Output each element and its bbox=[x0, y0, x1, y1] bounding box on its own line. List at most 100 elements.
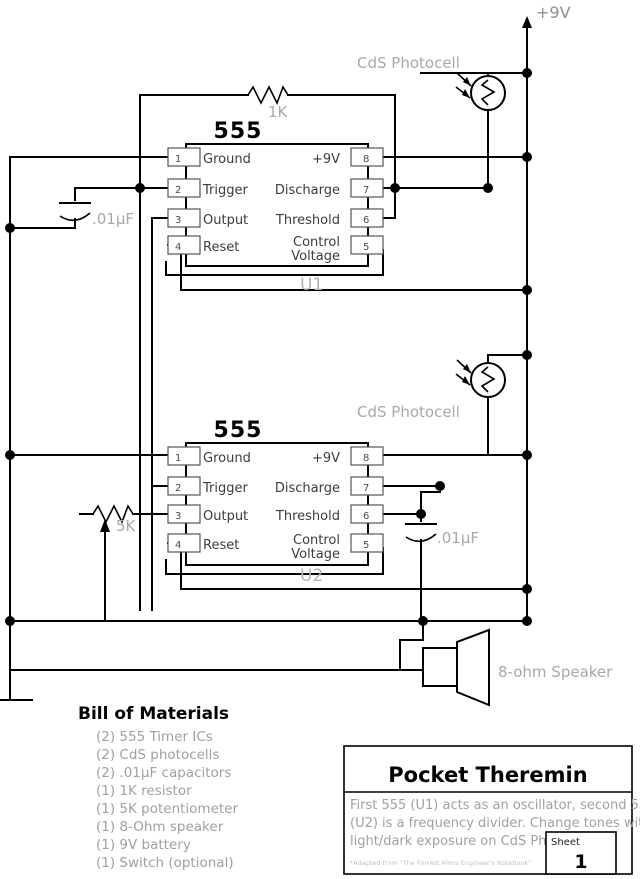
junction-dot bbox=[522, 584, 532, 594]
potentiometer-wiper-arrow-icon bbox=[100, 519, 110, 532]
u2-pin3-name: Output bbox=[203, 509, 248, 524]
title-block-desc-line2: (U2) is a frequency divider. Change tone… bbox=[350, 816, 640, 831]
u1-pinbox-1 bbox=[167, 147, 201, 167]
photocell-arrowhead-1-icon bbox=[463, 364, 471, 373]
u2-pin7-number: 7 bbox=[363, 483, 369, 494]
u2-pin1-name: Ground bbox=[203, 451, 251, 466]
r1-value-label: 1K bbox=[268, 103, 289, 121]
schematic-sheet: CdS Photocell CdS Photocell +9V 1K .01µF… bbox=[0, 0, 640, 879]
u1-pin8-name: +9V bbox=[312, 152, 340, 167]
bill-of-materials: Bill of Materials (2) 555 Timer ICs (2) … bbox=[78, 704, 238, 871]
bom-item: (2) CdS photocells bbox=[96, 747, 219, 763]
u2-pin8-name: +9V bbox=[312, 451, 340, 466]
u1-pin5-number: 5 bbox=[363, 242, 369, 253]
u1-pin7-number: 7 bbox=[363, 185, 369, 196]
supply-arrow-icon bbox=[522, 16, 532, 28]
sheet-label: Sheet bbox=[551, 837, 580, 848]
rv1-value-label: 5K bbox=[116, 517, 137, 535]
bom-item: (1) 8-Ohm speaker bbox=[96, 819, 224, 835]
junction-dot bbox=[522, 616, 532, 626]
component-ldr1-photocell[interactable] bbox=[455, 72, 506, 111]
u2-pin1-number: 1 bbox=[175, 453, 181, 464]
junction-dot bbox=[135, 183, 145, 193]
u1-pinbox-4 bbox=[167, 235, 201, 255]
u2-pin8-number: 8 bbox=[363, 453, 369, 464]
junction-dot bbox=[435, 481, 445, 491]
ldr1-label: CdS Photocell bbox=[357, 54, 460, 72]
component-u2-555[interactable]: 555 1 Ground 2 Trigger 3 Output 4 Reset … bbox=[167, 418, 384, 586]
c1-value-label: .01µF bbox=[92, 210, 134, 228]
u2-pin6-number: 6 bbox=[363, 511, 369, 522]
junction-dot bbox=[390, 183, 400, 193]
supply-net-label: +9V bbox=[536, 3, 571, 22]
speaker-magnet-body bbox=[422, 647, 458, 687]
speaker-label: 8-ohm Speaker bbox=[498, 663, 613, 681]
title-block: Pocket Theremin First 555 (U1) acts as a… bbox=[343, 745, 640, 875]
junction-dot bbox=[522, 68, 532, 78]
u1-pin8-number: 8 bbox=[363, 154, 369, 165]
junction-dot bbox=[5, 616, 15, 626]
u2-pinbox-4 bbox=[167, 533, 201, 553]
speaker-cone-icon bbox=[456, 628, 490, 707]
bom-item: (1) Switch (optional) bbox=[96, 855, 234, 871]
u1-pin5-name-line1: Control bbox=[293, 235, 340, 250]
junction-dot bbox=[522, 152, 532, 162]
u2-part-label: 555 bbox=[214, 418, 263, 443]
ldr2-label: CdS Photocell bbox=[357, 403, 460, 421]
u2-pin6-name: Threshold bbox=[275, 509, 340, 524]
bom-item: (1) 1K resistor bbox=[96, 783, 192, 799]
u1-pin1-number: 1 bbox=[175, 154, 181, 165]
u2-pin4-number: 4 bbox=[175, 540, 181, 551]
u2-pin2-number: 2 bbox=[175, 483, 181, 494]
junction-dot bbox=[418, 616, 428, 626]
bom-item: (2) .01µF capacitors bbox=[96, 765, 231, 781]
bom-item: (1) 5K potentiometer bbox=[96, 801, 238, 817]
resistor-1k-symbol bbox=[247, 85, 289, 105]
u2-pinbox-1 bbox=[167, 446, 201, 466]
u1-pin4-number: 4 bbox=[175, 242, 181, 253]
photocell-arrowhead-2-icon bbox=[462, 89, 470, 98]
bom-item: (2) 555 Timer ICs bbox=[96, 729, 213, 745]
wire-u1-pin3-output bbox=[151, 217, 169, 611]
wiring-net-group bbox=[0, 16, 532, 701]
bom-heading: Bill of Materials bbox=[78, 704, 229, 724]
title-block-title: Pocket Theremin bbox=[388, 763, 587, 787]
c2-value-label: .01µF bbox=[437, 529, 479, 547]
u2-pin5-number: 5 bbox=[363, 540, 369, 551]
component-ldr2-photocell[interactable] bbox=[455, 359, 506, 398]
u1-pin2-name: Trigger bbox=[202, 183, 248, 198]
u2-pin5-name-line2: Voltage bbox=[291, 547, 340, 562]
u1-pin6-name: Threshold bbox=[275, 213, 340, 228]
junction-dot bbox=[522, 285, 532, 295]
component-speaker[interactable] bbox=[422, 628, 490, 707]
u1-pinbox-3 bbox=[167, 208, 201, 228]
photocell-arrowhead-1-icon bbox=[463, 77, 471, 86]
photocell-arrowhead-2-icon bbox=[462, 376, 470, 385]
title-block-footnote: *Adapted from "The Forrest Mims Engineer… bbox=[350, 859, 531, 867]
component-u1-555[interactable]: 555 1 Ground 2 Trigger 3 Output 4 Reset … bbox=[167, 119, 384, 295]
u1-pin7-name: Discharge bbox=[275, 183, 340, 198]
junction-dot bbox=[416, 509, 426, 519]
bom-item: (1) 9V battery bbox=[96, 837, 191, 853]
schematic-canvas: CdS Photocell CdS Photocell +9V 1K .01µF… bbox=[0, 3, 640, 875]
u1-pin4-name: Reset bbox=[203, 240, 239, 255]
u1-pinbox-2 bbox=[167, 178, 201, 198]
u2-pin2-name: Trigger bbox=[202, 481, 248, 496]
sheet-number: 1 bbox=[574, 851, 587, 873]
junction-dot bbox=[483, 183, 493, 193]
u2-ref-label: U2 bbox=[300, 566, 323, 586]
u2-pin3-number: 3 bbox=[175, 511, 181, 522]
u2-pin5-name-line1: Control bbox=[293, 533, 340, 548]
junction-dot bbox=[5, 450, 15, 460]
u2-pinbox-2 bbox=[167, 476, 201, 496]
u1-pin3-number: 3 bbox=[175, 215, 181, 226]
u1-pin5-name-line2: Voltage bbox=[291, 249, 340, 264]
junction-dot bbox=[522, 350, 532, 360]
u2-pinbox-3 bbox=[167, 504, 201, 524]
u1-pin6-number: 6 bbox=[363, 215, 369, 226]
u1-pin2-number: 2 bbox=[175, 185, 181, 196]
junction-dot bbox=[5, 223, 15, 233]
u1-pin3-name: Output bbox=[203, 213, 248, 228]
u2-pin7-name: Discharge bbox=[275, 481, 340, 496]
u1-ref-label: U1 bbox=[300, 275, 323, 295]
